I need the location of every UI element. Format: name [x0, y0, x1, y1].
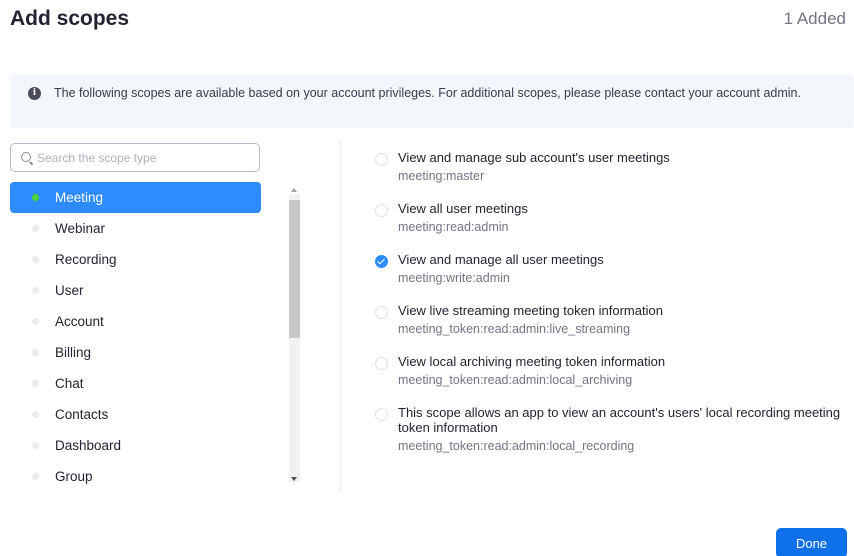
category-label: User [55, 283, 84, 298]
search-box[interactable] [10, 143, 260, 172]
scope-code: meeting_token:read:admin:local_recording [398, 439, 635, 453]
scope-list: View and manage sub account's user meeti… [373, 150, 843, 471]
category-dot [32, 349, 39, 356]
category-item-dashboard[interactable]: Dashboard [10, 430, 261, 461]
scope-label: View and manage all user meetings [398, 252, 604, 267]
scope-checkbox[interactable] [375, 408, 388, 421]
category-dot [32, 411, 39, 418]
category-dot [32, 380, 39, 387]
category-label: Dashboard [55, 438, 122, 453]
scope-item[interactable]: View and manage all user meetings meetin… [373, 252, 843, 287]
panel-divider [340, 140, 341, 492]
scope-label: View local archiving meeting token infor… [398, 354, 666, 369]
scope-code: meeting:write:admin [398, 271, 510, 285]
category-scrollbar[interactable] [287, 186, 301, 492]
category-item-recording[interactable]: Recording [10, 244, 261, 275]
category-dot [32, 225, 39, 232]
category-label: Account [55, 314, 104, 329]
category-item-contacts[interactable]: Contacts [10, 399, 261, 430]
category-dot [32, 442, 39, 449]
scope-code: meeting_token:read:admin:live_streaming [398, 322, 631, 336]
category-label: Contacts [55, 407, 109, 422]
category-item-billing[interactable]: Billing [10, 337, 261, 368]
category-list: Meeting Webinar Recording User Account B… [10, 182, 261, 492]
category-dot [32, 194, 39, 201]
scope-checkbox-checked[interactable] [375, 255, 388, 268]
info-banner: i The following scopes are available bas… [10, 74, 854, 128]
category-dot [32, 318, 39, 325]
scope-code: meeting:master [398, 169, 485, 183]
scope-label: This scope allows an app to view an acco… [398, 405, 841, 435]
scope-label: View all user meetings [398, 201, 528, 216]
info-icon: i [28, 87, 41, 100]
category-label: Group [55, 469, 93, 484]
scroll-down-icon[interactable] [291, 477, 297, 481]
category-item-account[interactable]: Account [10, 306, 261, 337]
scrollbar-thumb[interactable] [289, 200, 300, 338]
category-item-group[interactable]: Group [10, 461, 261, 492]
scope-item[interactable]: View local archiving meeting token infor… [373, 354, 843, 389]
scope-item[interactable]: This scope allows an app to view an acco… [373, 405, 843, 455]
category-label: Webinar [55, 221, 106, 236]
scope-code: meeting_token:read:admin:local_archiving [398, 373, 633, 387]
scope-checkbox[interactable] [375, 153, 388, 166]
category-dot [32, 287, 39, 294]
category-dot [32, 256, 39, 263]
search-input[interactable] [37, 149, 252, 167]
scope-code: meeting:read:admin [398, 220, 509, 234]
category-label: Recording [55, 252, 117, 267]
scope-checkbox[interactable] [375, 357, 388, 370]
info-message: The following scopes are available based… [54, 86, 801, 100]
scope-checkbox[interactable] [375, 306, 388, 319]
category-label: Chat [55, 376, 84, 391]
scope-checkbox[interactable] [375, 204, 388, 217]
category-item-chat[interactable]: Chat [10, 368, 261, 399]
added-count: 1 Added [783, 9, 846, 28]
category-item-webinar[interactable]: Webinar [10, 213, 261, 244]
category-label: Billing [55, 345, 92, 360]
scope-label: View and manage sub account's user meeti… [398, 150, 670, 165]
page-title: Add scopes [10, 7, 130, 30]
category-label: Meeting [55, 190, 104, 205]
category-item-user[interactable]: User [10, 275, 261, 306]
scope-item[interactable]: View live streaming meeting token inform… [373, 303, 843, 338]
scope-item[interactable]: View and manage sub account's user meeti… [373, 150, 843, 185]
scope-item[interactable]: View all user meetings meeting:read:admi… [373, 201, 843, 236]
category-item-meeting[interactable]: Meeting [10, 182, 261, 213]
scroll-up-icon[interactable] [291, 188, 297, 192]
done-button[interactable]: Done [776, 528, 847, 556]
scope-label: View live streaming meeting token inform… [398, 303, 663, 318]
search-icon [21, 152, 31, 162]
category-dot [32, 473, 39, 480]
